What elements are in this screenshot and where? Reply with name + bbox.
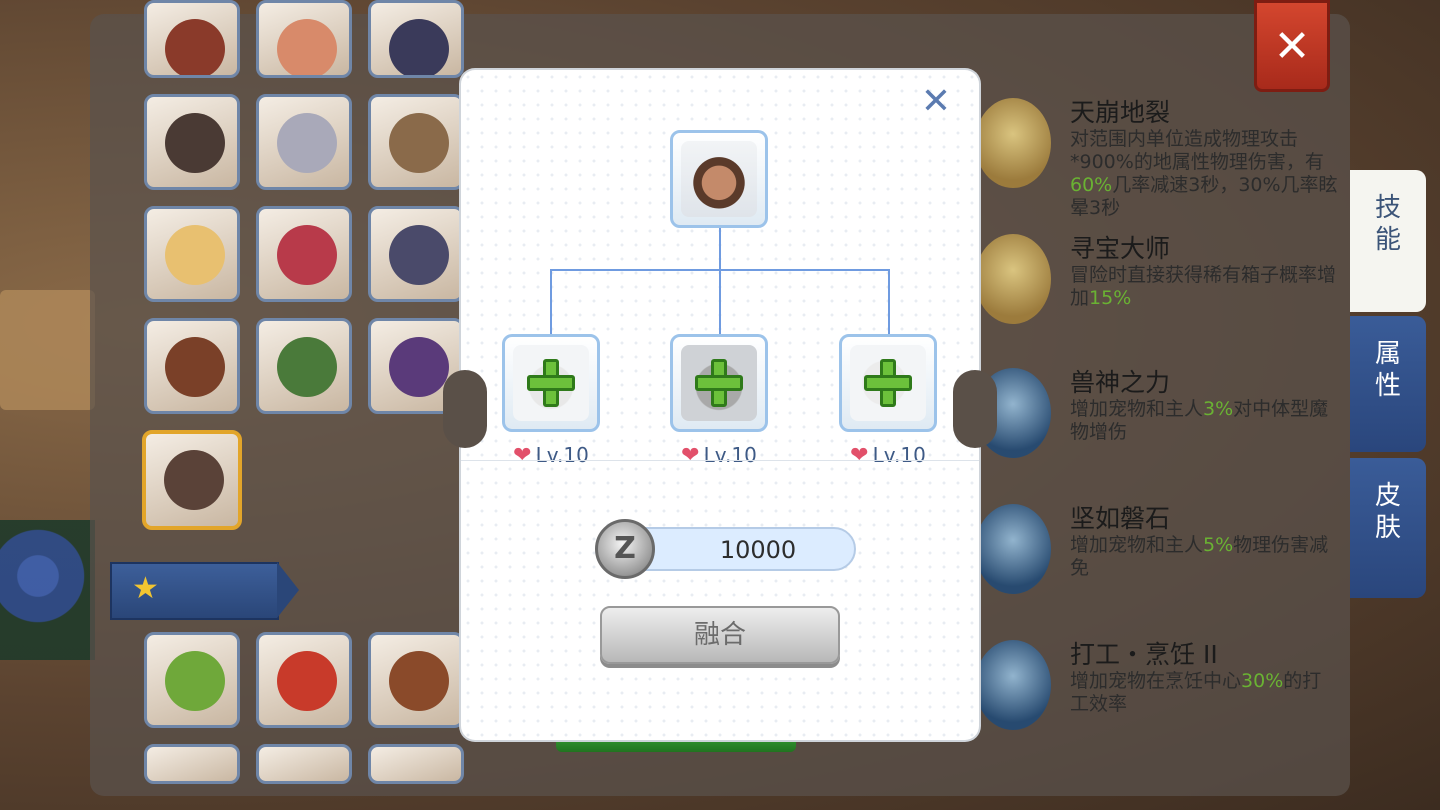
material-slot[interactable] — [502, 334, 600, 432]
skill-item: 坚如磐石 增加宠物和主人5%物理伤害减免 — [975, 504, 1345, 624]
skill-name: 寻宝大师 — [1070, 234, 1171, 263]
pet-slot[interactable] — [144, 0, 240, 78]
pet-slot[interactable] — [368, 0, 464, 78]
panel-close-button[interactable]: ✕ — [1254, 0, 1330, 92]
star-icon: ★ — [132, 571, 159, 606]
skill-item: 兽神之力 增加宠物和主人3%对中体型魔物增伤 — [975, 368, 1345, 488]
background-furniture — [0, 290, 95, 410]
skill-item: 打工・烹饪 II 增加宠物在烹饪中心30%的打工效率 — [975, 640, 1345, 760]
tree-connector — [550, 269, 890, 271]
tree-connector — [888, 269, 890, 335]
material-level: ❤ Lv.10 — [850, 443, 926, 468]
pet-slot[interactable] — [256, 632, 352, 728]
pet-slot[interactable] — [144, 94, 240, 190]
skill-icon — [975, 640, 1051, 730]
dialog-notch-right — [953, 370, 997, 448]
pet-slot-selected[interactable] — [142, 430, 242, 530]
pet-slot[interactable] — [256, 318, 352, 414]
pet-slot[interactable] — [368, 206, 464, 302]
pet-slot[interactable] — [144, 206, 240, 302]
dialog-divider — [461, 460, 979, 461]
skill-item: 寻宝大师 冒险时直接获得稀有箱子概率增加15% — [975, 234, 1345, 354]
skill-name: 天崩地裂 — [1070, 98, 1171, 127]
material-level: ❤ Lv.10 — [513, 443, 589, 468]
skill-name: 打工・烹饪 II — [1070, 640, 1218, 669]
heart-icon: ❤ — [513, 443, 532, 468]
skill-icon — [975, 234, 1051, 324]
skill-desc: 对范围内单位造成物理攻击*900%的地属性物理伤害，有60%几率减速3秒，30%… — [1070, 128, 1338, 219]
pet-slot[interactable] — [256, 744, 352, 784]
pet-slot[interactable] — [144, 318, 240, 414]
add-icon — [527, 359, 575, 407]
cost-display: 10000 — [620, 527, 856, 571]
skill-item: 天崩地裂 对范围内单位造成物理攻击*900%的地属性物理伤害，有60%几率减速3… — [975, 98, 1345, 219]
zeny-coin-icon: Z — [595, 519, 655, 579]
tab-attributes[interactable]: 属性 — [1350, 316, 1426, 452]
pet-slot[interactable] — [368, 632, 464, 728]
tab-label: 皮肤 — [1374, 481, 1401, 543]
tab-label: 属性 — [1374, 339, 1401, 401]
heart-icon: ❤ — [850, 443, 869, 468]
background-flowers — [0, 520, 95, 660]
skill-desc: 增加宠物和主人5%物理伤害减免 — [1070, 534, 1329, 579]
boar-pet-portrait — [681, 141, 757, 217]
tree-connector — [719, 226, 721, 336]
skill-name: 兽神之力 — [1070, 368, 1171, 397]
dialog-notch-left — [443, 370, 487, 448]
skill-icon — [975, 504, 1051, 594]
skill-desc: 增加宠物在烹饪中心30%的打工效率 — [1070, 670, 1322, 715]
heart-icon: ❤ — [681, 443, 700, 468]
tab-skills[interactable]: 技能 — [1350, 170, 1426, 312]
fuse-button[interactable]: 融合 — [600, 606, 840, 664]
material-level: ❤ Lv.10 — [681, 443, 757, 468]
pet-slot[interactable] — [144, 632, 240, 728]
add-icon — [864, 359, 912, 407]
skill-desc: 增加宠物和主人3%对中体型魔物增伤 — [1070, 398, 1329, 443]
tab-skins[interactable]: 皮肤 — [1350, 458, 1426, 598]
dialog-close-button[interactable]: ✕ — [916, 84, 956, 124]
material-slot[interactable] — [670, 334, 768, 432]
pet-slot[interactable] — [256, 206, 352, 302]
fuse-button-label: 融合 — [693, 620, 746, 650]
pet-slot[interactable] — [368, 744, 464, 784]
material-slot[interactable] — [839, 334, 937, 432]
add-icon — [695, 359, 743, 407]
close-icon: ✕ — [920, 81, 952, 122]
pet-slot[interactable] — [144, 744, 240, 784]
pet-slot[interactable] — [256, 94, 352, 190]
pet-slot[interactable] — [368, 94, 464, 190]
close-icon: ✕ — [1273, 21, 1311, 72]
tree-connector — [550, 269, 552, 335]
tab-label: 技能 — [1374, 193, 1401, 255]
skill-name: 坚如磐石 — [1070, 504, 1171, 533]
skill-icon — [975, 98, 1051, 188]
skill-desc: 冒险时直接获得稀有箱子概率增加15% — [1070, 264, 1337, 309]
star-category-banner: ★ — [110, 562, 299, 620]
fusion-result-slot[interactable] — [670, 130, 768, 228]
pet-slot[interactable] — [256, 0, 352, 78]
cost-value: 10000 — [719, 536, 797, 564]
